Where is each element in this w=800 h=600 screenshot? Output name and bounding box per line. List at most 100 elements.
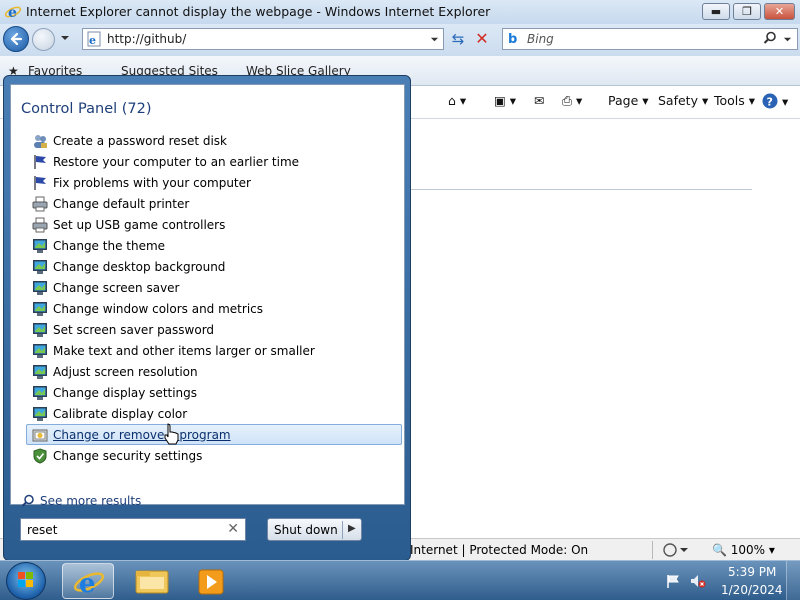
start-search-value: reset [27, 523, 58, 537]
search-box[interactable]: b Bing [502, 28, 798, 50]
svg-text:e: e [89, 34, 96, 47]
refresh-button[interactable]: ⇆ [447, 28, 469, 50]
address-url: http://github/ [107, 32, 187, 46]
shutdown-label: Shut down [274, 523, 338, 537]
heading-divider [390, 189, 752, 190]
result-item-label: Set screen saver password [53, 322, 215, 337]
hand-cursor-icon [164, 423, 179, 445]
result-item[interactable]: Calibrate display color [26, 403, 402, 424]
home-icon[interactable]: ⌂ ▾ [448, 93, 466, 108]
search-icon [21, 494, 34, 507]
result-item-label: Make text and other items larger or smal… [53, 343, 315, 358]
page-icon: e [87, 31, 101, 47]
internet-explorer-icon: e [73, 569, 105, 599]
result-item[interactable]: Set screen saver password [26, 319, 402, 340]
clock-time[interactable]: 5:39 PM [728, 565, 776, 579]
tools-menu-label: Tools [714, 93, 745, 108]
safety-menu[interactable]: Safety ▾ [658, 93, 708, 108]
search-icon[interactable] [763, 31, 777, 45]
taskbar-windows-explorer[interactable] [126, 563, 178, 599]
result-item-label: Change screen saver [53, 280, 180, 295]
result-item[interactable]: Make text and other items larger or smal… [26, 340, 402, 361]
close-button[interactable]: ✕ [764, 3, 795, 20]
shutdown-options-arrow-icon[interactable]: ▶ [348, 523, 356, 534]
window-title: Internet Explorer cannot display the web… [26, 4, 491, 19]
tools-menu[interactable]: Tools ▾ [714, 93, 755, 108]
bing-icon: b [508, 32, 518, 47]
svg-text:e: e [8, 5, 17, 21]
start-button[interactable] [6, 562, 46, 600]
shutdown-button[interactable]: Shut down ▶ [267, 518, 362, 541]
see-more-results-link[interactable]: See more results [21, 494, 141, 508]
print-icon[interactable]: ⎙ ▾ [562, 93, 582, 109]
forward-button[interactable] [32, 28, 55, 51]
volume-muted-icon[interactable] [689, 573, 707, 589]
flag-icon [34, 175, 46, 190]
users-icon [34, 134, 47, 148]
search-placeholder: Bing [527, 32, 554, 46]
recent-pages-dropdown-icon[interactable] [60, 33, 70, 43]
action-center-flag-icon[interactable] [665, 573, 681, 589]
flag-icon [34, 154, 46, 169]
result-item[interactable]: Fix problems with your computer [26, 172, 402, 193]
monitor-icon [33, 238, 47, 253]
result-item[interactable]: Change default printer [26, 193, 402, 214]
start-search-input[interactable]: reset ✕ [20, 518, 246, 541]
result-item[interactable]: Change or remove a program [26, 424, 402, 445]
taskbar: e 5:39 PM 1/20/2024 [0, 560, 800, 600]
result-item[interactable]: Change screen saver [26, 277, 402, 298]
navigation-bar: e http://github/ ⇆ ✕ b Bing [0, 24, 800, 56]
result-item[interactable]: Restore your computer to an earlier time [26, 151, 402, 172]
internet-explorer-icon: e [4, 5, 22, 21]
result-item[interactable]: Set up USB game controllers [26, 214, 402, 235]
page-menu[interactable]: Page ▾ [608, 93, 649, 108]
security-zone-text: Internet | Protected Mode: On [410, 543, 589, 557]
help-circle-icon: ? [762, 93, 778, 109]
result-item[interactable]: Change the theme [26, 235, 402, 256]
maximize-button[interactable]: ❐ [733, 3, 761, 20]
result-item-label: Change or remove a program [53, 427, 231, 442]
clear-search-icon[interactable]: ✕ [227, 521, 239, 537]
result-item[interactable]: Change desktop background [26, 256, 402, 277]
result-item-label: Fix problems with your computer [53, 175, 251, 190]
svg-text:e: e [79, 569, 96, 599]
title-bar: e Internet Explorer cannot display the w… [0, 0, 800, 24]
result-item[interactable]: Change window colors and metrics [26, 298, 402, 319]
zoom-level: 100% [730, 543, 766, 557]
result-item-label: Set up USB game controllers [53, 217, 226, 232]
folder-icon [135, 570, 169, 594]
monitor-icon [33, 385, 47, 400]
monitor-icon [33, 406, 47, 421]
taskbar-media-player[interactable] [186, 563, 238, 599]
clock-date[interactable]: 1/20/2024 [721, 583, 783, 597]
result-item-label: Change security settings [53, 448, 203, 463]
result-item[interactable]: Change display settings [26, 382, 402, 403]
result-item[interactable]: Create a password reset disk [26, 130, 402, 151]
search-dropdown-icon[interactable] [783, 35, 792, 44]
result-item-label: Change window colors and metrics [53, 301, 263, 316]
feeds-icon[interactable]: ▣ ▾ [494, 93, 516, 108]
result-item-label: Restore your computer to an earlier time [53, 154, 300, 169]
address-dropdown-icon[interactable] [430, 35, 439, 44]
stop-button[interactable]: ✕ [471, 28, 493, 50]
zone-settings-icon[interactable] [662, 542, 702, 558]
address-bar[interactable]: e http://github/ [82, 28, 444, 50]
help-icon[interactable]: ? ▾ [762, 93, 788, 109]
safety-menu-label: Safety [658, 93, 698, 108]
taskbar-internet-explorer[interactable]: e [62, 563, 114, 599]
monitor-icon [33, 280, 47, 295]
start-menu: Control Panel (72) Create a password res… [3, 75, 411, 561]
minimize-button[interactable]: ▬ [702, 3, 730, 20]
arrow-left-icon [10, 32, 23, 46]
result-item[interactable]: Adjust screen resolution [26, 361, 402, 382]
monitor-icon [33, 301, 47, 316]
results-category-heading[interactable]: Control Panel (72) [21, 101, 152, 117]
zoom-level-button[interactable]: 🔍 100% ▾ [712, 543, 775, 557]
programs-icon [32, 429, 48, 441]
mail-icon[interactable]: ✉ [534, 93, 544, 108]
back-button[interactable] [3, 26, 29, 52]
show-desktop-button[interactable] [786, 561, 800, 600]
result-item[interactable]: Change security settings [26, 445, 402, 466]
printer-icon [32, 217, 48, 232]
monitor-icon [33, 364, 47, 379]
